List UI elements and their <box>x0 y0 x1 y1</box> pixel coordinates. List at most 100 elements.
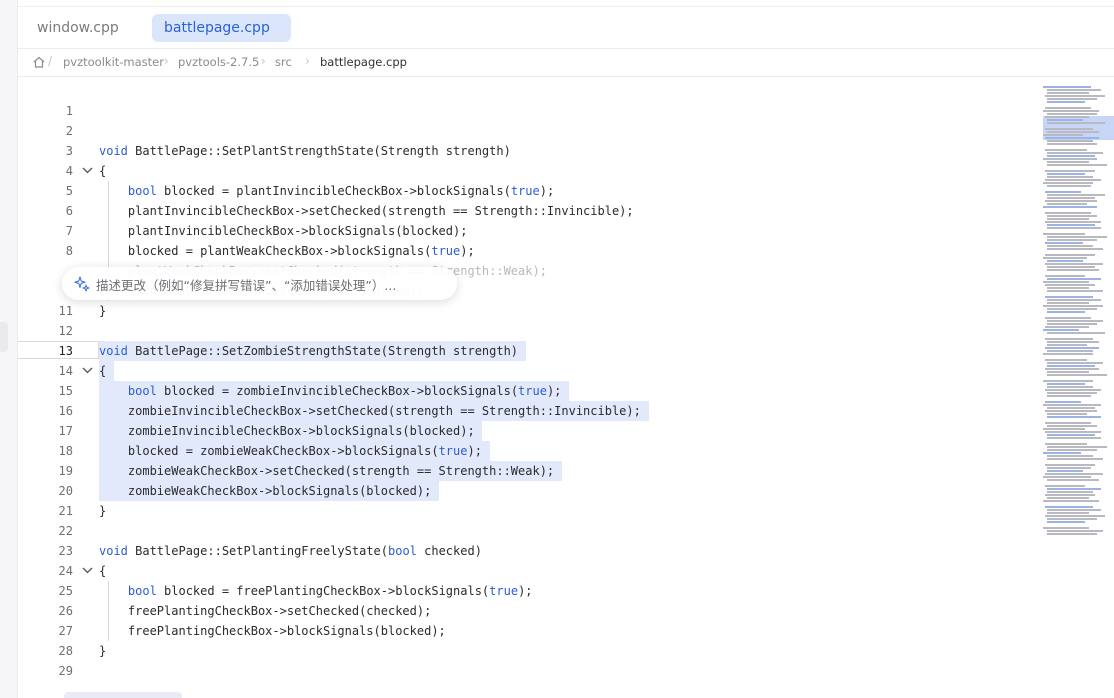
code-keyword: true <box>431 244 461 258</box>
code-token: zombieInvincibleCheckBox->setChecked(str… <box>99 404 641 418</box>
minimap-line <box>1047 311 1085 313</box>
code-token: } <box>99 504 107 518</box>
minimap-line <box>1047 194 1105 196</box>
line-number: 12 <box>58 324 73 338</box>
minimap-line <box>1043 380 1093 382</box>
line-number: 6 <box>65 204 73 218</box>
minimap-line <box>1047 395 1091 397</box>
code-line[interactable]: plantInvincibleCheckBox->setChecked(stre… <box>99 201 634 221</box>
code-keyword: void <box>99 144 128 158</box>
minimap-line <box>1047 467 1091 469</box>
minimap-line <box>1047 533 1097 535</box>
minimap-line <box>1045 263 1103 265</box>
minimap-line <box>1047 143 1097 145</box>
minimap-line <box>1047 113 1097 115</box>
minimap-line <box>1045 506 1093 508</box>
chevron-down-icon[interactable] <box>82 161 94 181</box>
minimap-line <box>1047 131 1099 133</box>
code-line[interactable]: freePlantingCheckBox->blockSignals(block… <box>99 621 446 641</box>
minimap-line <box>1043 281 1089 283</box>
minimap-line <box>1047 416 1101 418</box>
minimap-line <box>1045 485 1085 487</box>
code-line[interactable]: } <box>99 641 106 661</box>
code-line[interactable]: bool blocked = plantInvincibleCheckBox->… <box>99 181 554 201</box>
code-line[interactable]: { <box>99 161 106 181</box>
code-line[interactable]: zombieInvincibleCheckBox->setChecked(str… <box>99 401 641 421</box>
minimap-line <box>1043 206 1097 208</box>
minimap-line <box>1045 317 1091 319</box>
minimap-line <box>1047 458 1103 460</box>
minimap-line <box>1047 248 1103 250</box>
code-line[interactable]: void BattlePage::SetPlantingFreelyState(… <box>99 541 482 561</box>
code-line[interactable]: plantInvincibleCheckBox->blockSignals(bl… <box>99 221 468 241</box>
line-number: 19 <box>58 464 73 478</box>
minimap-line <box>1047 320 1103 322</box>
code-line[interactable]: zombieWeakCheckBox->blockSignals(blocked… <box>99 481 431 501</box>
line-number: 1 <box>65 104 73 118</box>
minimap-line <box>1047 509 1101 511</box>
minimap[interactable] <box>1043 82 1114 542</box>
code-token: plantInvincibleCheckBox->setChecked(stre… <box>99 204 634 218</box>
chevron-down-icon[interactable] <box>82 361 94 381</box>
code-line[interactable]: freePlantingCheckBox->setChecked(checked… <box>99 601 431 621</box>
minimap-line <box>1047 521 1085 523</box>
minimap-line <box>1045 443 1087 445</box>
minimap-line <box>1047 479 1099 481</box>
minimap-line <box>1047 302 1089 304</box>
minimap-line <box>1045 221 1101 223</box>
minimap-line <box>1047 101 1085 103</box>
minimap-line <box>1043 527 1089 529</box>
minimap-line <box>1043 110 1099 112</box>
minimap-line <box>1047 224 1095 226</box>
line-number: 5 <box>65 184 73 198</box>
code-line[interactable]: blocked = plantWeakCheckBox->blockSignal… <box>99 241 475 261</box>
code-line[interactable]: } <box>99 301 106 321</box>
code-keyword: bool <box>388 544 417 558</box>
minimap-line <box>1045 242 1083 244</box>
minimap-line <box>1047 371 1089 373</box>
code-line[interactable]: bool blocked = zombieInvincibleCheckBox-… <box>99 381 562 401</box>
code-line[interactable]: zombieInvincibleCheckBox->blockSignals(b… <box>99 421 475 441</box>
code-token: { <box>99 364 107 378</box>
line-number: 22 <box>58 524 73 538</box>
minimap-line <box>1045 191 1081 193</box>
chevron-down-icon[interactable] <box>82 561 94 581</box>
minimap-line <box>1047 236 1107 238</box>
minimap-line <box>1047 176 1093 178</box>
code-line[interactable]: { <box>99 561 106 581</box>
minimap-line <box>1045 326 1089 328</box>
minimap-line <box>1045 473 1103 475</box>
code-keyword: true <box>518 384 547 398</box>
minimap-line <box>1043 182 1093 184</box>
minimap-line <box>1045 296 1093 298</box>
ai-edit-prompt[interactable]: 描述更改（例如“修复拼写错误”、“添加错误处理”）... <box>62 267 457 300</box>
code-line[interactable]: } <box>99 501 106 521</box>
minimap-line <box>1045 212 1091 214</box>
minimap-line <box>1045 179 1101 181</box>
ai-edit-input[interactable]: 描述更改（例如“修复拼写错误”、“添加错误处理”）... <box>96 275 396 294</box>
minimap-line <box>1047 89 1101 91</box>
code-token: ); <box>539 184 555 198</box>
code-editor[interactable]: 1 2 3 void BattlePage::SetPlantStrengthStat… <box>0 0 1040 698</box>
code-line[interactable]: bool blocked = freePlantingCheckBox->blo… <box>99 581 533 601</box>
code-line[interactable]: blocked = zombieWeakCheckBox->blockSigna… <box>99 441 482 461</box>
code-line[interactable]: zombieWeakCheckBox->setChecked(strength … <box>99 461 554 481</box>
code-line[interactable]: { <box>99 361 106 381</box>
code-keyword: bool <box>127 584 157 598</box>
minimap-line <box>1045 116 1089 118</box>
line-number: 29 <box>58 664 73 678</box>
minimap-line <box>1047 203 1087 205</box>
minimap-line <box>1047 92 1089 94</box>
code-token: zombieInvincibleCheckBox->blockSignals(b… <box>99 424 475 438</box>
minimap-line <box>1043 476 1091 478</box>
minimap-line <box>1045 410 1097 412</box>
minimap-line <box>1047 488 1101 490</box>
code-line[interactable]: void BattlePage::SetPlantStrengthState(S… <box>99 141 511 161</box>
minimap-line <box>1047 392 1097 394</box>
minimap-line <box>1045 107 1091 109</box>
line-number: 25 <box>58 584 73 598</box>
bottom-panel-tab[interactable] <box>64 692 182 698</box>
code-line[interactable]: void BattlePage::SetZombieStrengthState(… <box>99 341 518 361</box>
minimap-line <box>1045 359 1087 361</box>
minimap-line <box>1045 284 1095 286</box>
